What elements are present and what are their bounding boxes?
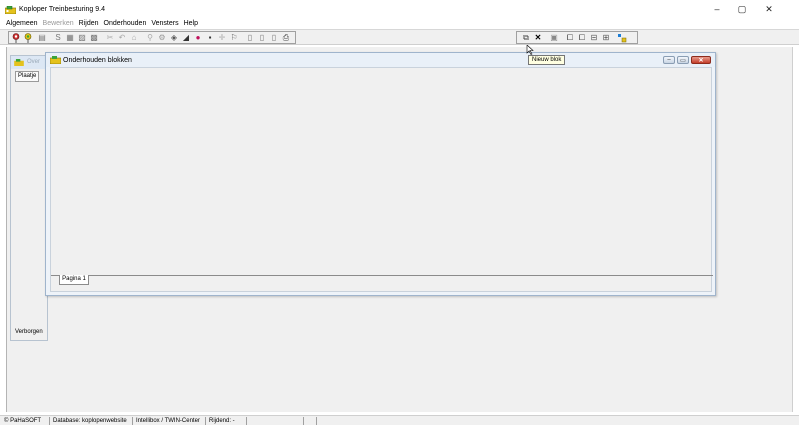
verborgen-label: Verborgen [15,329,43,335]
pin-yellow-icon[interactable] [23,33,33,43]
child-minimize-icon: – [667,57,671,63]
background-window-titlebar[interactable]: Over [11,56,47,69]
signal-icon[interactable] [617,33,627,43]
status-segment-5 [248,417,304,425]
dot-icon[interactable]: ▪ [205,33,215,43]
menu-algemeen[interactable]: Algemeen [6,19,38,29]
window-title: Koploper Treinbesturing 9.4 [19,6,105,13]
child-maximize-button[interactable]: ▭ [677,56,689,64]
undo-icon[interactable]: ↶ [117,33,127,43]
child-minimize-button[interactable]: – [663,56,675,64]
pin-green-icon[interactable] [11,33,21,43]
new-block-icon[interactable]: ⧉ [521,33,531,43]
child-maximize-icon: ▭ [680,57,686,64]
window-icon[interactable]: ⧠ [565,33,575,43]
loco-icon[interactable]: ◈ [169,33,179,43]
status-bar: © PaHaSOFT Database: koplopenwebsite Int… [0,415,799,425]
home-icon[interactable]: ⌂ [129,33,139,43]
doc-icon[interactable]: ▯ [245,33,255,43]
car-icon[interactable]: ● [193,33,203,43]
status-interface: Intellibox / TWIN-Center [134,417,206,425]
page-tab-bar: Pagina 1 [51,275,713,286]
child-close-button[interactable]: ✕ [691,56,711,64]
maximize-icon: ▢ [737,3,747,14]
s-icon[interactable]: S [53,33,63,43]
menu-help[interactable]: Help [184,19,198,29]
toolbar: ▤ S ▦ ▨ ▩ ✂ ↶ ⌂ ⚲ ⚙ ◈ ◢ ● ▪ ✛ ⚐ ▯ ▯ ▯ ⎙ … [0,29,799,45]
child-close-icon: ✕ [698,57,704,64]
background-window[interactable]: Over Plaatje Verborgen [10,55,48,341]
koploper-app-icon [5,6,16,14]
close-button[interactable]: ✕ [758,2,780,16]
mouse-pointer-icon [526,45,534,55]
minimize-button[interactable]: – [706,2,728,16]
child-window-icon [50,56,61,64]
mdi-client-area: Over Plaatje Verborgen Onderhouden blokk… [6,47,793,412]
tooltip: Nieuw blok [528,55,566,65]
toolbar-left-group: ▤ S ▦ ▨ ▩ ✂ ↶ ⌂ ⚲ ⚙ ◈ ◢ ● ▪ ✛ ⚐ ▯ ▯ ▯ ⎙ [8,31,296,44]
tab-pagina-1[interactable]: Pagina 1 [59,275,89,285]
menu-vensters[interactable]: Vensters [151,19,178,29]
background-window-icon [14,59,24,66]
print-icon[interactable]: ⎙ [281,33,291,43]
menu-bewerken[interactable]: Bewerken [43,19,74,29]
toolbar-right-group: ⧉ ✕ ▣ ⧠ ⧠ ⊟ ⊞ [516,31,638,44]
title-bar: Koploper Treinbesturing 9.4 – ▢ ✕ [0,0,799,19]
status-segment-6 [305,417,317,425]
route-icon[interactable]: ⚐ [229,33,239,43]
menu-bar: Algemeen Bewerken Rijden Onderhouden Ven… [0,19,799,29]
status-segment-7 [318,417,798,425]
delete-icon[interactable]: ✕ [533,33,543,43]
onderhouden-blokken-window[interactable]: Onderhouden blokken – ▭ ✕ Pagina 1 [45,52,716,296]
scissors-icon[interactable]: ✂ [105,33,115,43]
status-database: Database: koplopenwebsite [51,417,133,425]
chart-icon[interactable]: ▨ [77,33,87,43]
minimize-icon: – [714,4,720,14]
doc2-icon[interactable]: ▯ [257,33,267,43]
menu-rijden[interactable]: Rijden [79,19,99,29]
background-window-title: Over [27,59,41,65]
grid-icon[interactable]: ▦ [65,33,75,43]
gear-icon[interactable]: ⚙ [157,33,167,43]
tab-plaatje[interactable]: Plaatje [15,71,39,82]
menu-onderhouden[interactable]: Onderhouden [104,19,147,29]
panel-icon[interactable]: ▤ [37,33,47,43]
save-icon[interactable]: ▣ [549,33,559,43]
engine-icon[interactable]: ◢ [181,33,191,43]
status-rijdend: Rijdend: - [207,417,247,425]
child-window-title: Onderhouden blokken [63,57,132,64]
close-icon: ✕ [765,3,773,14]
status-copyright: © PaHaSOFT [2,417,50,425]
maximize-button[interactable]: ▢ [731,2,753,16]
doc3-icon[interactable]: ▯ [269,33,279,43]
window-link-icon[interactable]: ⊟ [589,33,599,43]
windows-icon[interactable]: ⧠ [577,33,587,43]
chip-icon[interactable]: ▩ [89,33,99,43]
child-window-titlebar[interactable]: Onderhouden blokken – ▭ ✕ [46,53,715,67]
filter-icon[interactable]: ⚲ [145,33,155,43]
child-client-area: Pagina 1 [50,67,713,292]
tree-icon[interactable]: ⊞ [601,33,611,43]
plus-icon[interactable]: ✛ [217,33,227,43]
